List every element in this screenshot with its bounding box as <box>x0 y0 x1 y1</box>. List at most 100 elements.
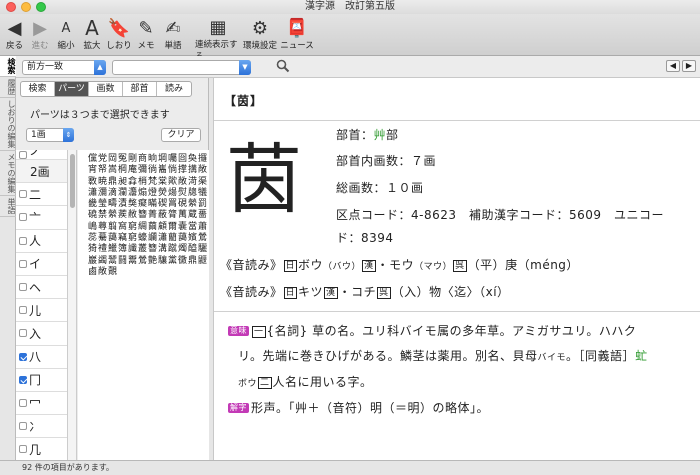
continuous-display-icon: ▦ <box>209 17 227 38</box>
entry-view: 【茵】 茵 部首：艸部 部首内画数：７画 総画数：１０画 区点コード：4-862… <box>214 78 700 460</box>
parts-list-scrollbar[interactable] <box>68 150 77 460</box>
tab-パーツ[interactable]: パーツ <box>55 82 89 96</box>
minimize-window-button[interactable] <box>21 2 31 12</box>
part-checkbox[interactable] <box>19 375 27 384</box>
meaning-line-2: リ。先端に巻きひげがある。鱗茎は薬用。別名、貝母バイモ。［同義語］虻 <box>238 349 648 363</box>
side-tab-4[interactable]: 単語 <box>0 196 16 217</box>
memo-icon: ✎ <box>138 17 154 39</box>
side-tab-3[interactable]: メモの編集 <box>0 151 16 196</box>
メモ-button[interactable]: ✎ メモ <box>133 14 159 56</box>
part-checkbox[interactable] <box>19 259 27 268</box>
part-item[interactable]: 儿 <box>16 299 67 323</box>
search-icon[interactable] <box>276 59 290 73</box>
scroll-thumb[interactable] <box>70 154 75 208</box>
part-checkbox[interactable] <box>19 329 27 338</box>
back-arrow-icon: ◀ <box>7 17 22 39</box>
part-item[interactable]: 冫 <box>16 415 67 439</box>
part-label: 2画 <box>30 164 50 179</box>
search-mode-select[interactable]: 前方一致 ▲ <box>22 60 106 75</box>
tab-読み[interactable]: 読み <box>157 82 191 96</box>
part-checkbox[interactable] <box>19 190 27 199</box>
進む-button[interactable]: ▶ 進む <box>27 14 53 56</box>
search-input[interactable]: ▼ <box>112 60 251 75</box>
単語-button[interactable]: ✍ 単語 <box>159 14 187 56</box>
part-item[interactable]: 入 <box>16 322 67 346</box>
part-item[interactable]: 亠 <box>16 206 67 230</box>
戻る-button[interactable]: ◀ 戻る <box>2 14 27 56</box>
part-item[interactable]: 二 <box>16 183 67 207</box>
toolbar-label: しおり <box>106 41 132 51</box>
search-method-tabs: 検索 パーツ 画数 部首 読み <box>20 81 192 97</box>
環境設定-button[interactable]: ⚙ 環境設定 <box>241 14 279 56</box>
part-checkbox[interactable] <box>19 352 27 361</box>
縮小-button[interactable]: A 縮小 <box>53 14 79 56</box>
meaning-line-1: 意味一 {名詞} 草の名。ユリ科バイモ属の多年草。アミガサユリ。ハハク <box>228 324 637 338</box>
parts-result-grid[interactable]: 儻党岡冤剛商晌堈囑囼奐攞宵帑嵩棡庵彌徜巂惝撑搆敞斁暁鼎昶搻梢梵棠歟敞渮渠瀟瀰滴瀾… <box>78 150 209 460</box>
total-strokes-line: 総画数：１０画 <box>336 181 424 195</box>
part-item[interactable]: 八 <box>16 346 67 369</box>
parts-hint: パーツは３つまで選択できます <box>30 110 170 121</box>
part-label: 冂 <box>29 373 42 388</box>
forward-arrow-icon: ▶ <box>33 17 47 39</box>
part-item[interactable]: 冖 <box>16 392 67 416</box>
toolbar-label: 戻る <box>5 41 23 51</box>
part-label: 人 <box>29 234 42 249</box>
toolbar: ◀戻る▶進むA縮小A拡大🔖しおり✎メモ✍単語▦連続表示する⚙環境設定📮ニュース <box>0 14 700 62</box>
part-checkbox[interactable] <box>19 236 27 245</box>
toolbar-label: 進む <box>31 41 49 51</box>
toolbar-label: 縮小 <box>57 41 75 51</box>
clear-button[interactable]: クリア <box>161 128 201 142</box>
side-tab-2[interactable]: しおりの編集 <box>0 98 16 151</box>
side-tab-strip: 検索 履歴 しおりの編集 メモの編集 単語 <box>0 56 16 460</box>
part-label: 儿 <box>29 303 42 318</box>
stroke-count-select[interactable]: 1画 ⇕ <box>26 128 74 142</box>
synonym-link[interactable]: 虻 <box>635 349 648 363</box>
radical-link[interactable]: 艸 <box>374 128 387 142</box>
part-checkbox[interactable] <box>19 445 27 454</box>
part-item[interactable]: 几 <box>16 438 67 460</box>
word-icon: ✍ <box>165 17 181 39</box>
prev-entry-button[interactable]: ◀ <box>666 60 680 72</box>
拡大-button[interactable]: A 拡大 <box>79 14 105 56</box>
side-tab-1[interactable]: 履歴 <box>0 77 16 98</box>
しおり-button[interactable]: 🔖 しおり <box>105 14 133 56</box>
part-label: 二 <box>29 187 42 202</box>
part-checkbox[interactable] <box>19 213 27 222</box>
part-item[interactable]: ノ <box>16 150 67 160</box>
tab-画数[interactable]: 画数 <box>89 82 123 96</box>
etymology-tag: 解字 <box>228 403 249 413</box>
ニュース-button[interactable]: 📮 ニュース <box>279 14 315 56</box>
on-reading-2: 《音読み》日キツ漢・コチ呉（入）物〈迄〉（xí） <box>220 285 510 299</box>
meaning-tag: 意味 <box>228 326 249 336</box>
part-checkbox[interactable] <box>19 422 27 431</box>
part-checkbox[interactable] <box>19 306 27 315</box>
window-title: 漢字源 改訂第五版 <box>305 1 395 12</box>
toolbar-label: 拡大 <box>83 41 101 51</box>
code-line: 区点コード：4-8623 補助漢字コード：5609 ユニコー <box>336 208 665 222</box>
close-window-button[interactable] <box>6 2 16 12</box>
part-checkbox[interactable] <box>19 398 27 407</box>
chevron-down-icon: ▲ <box>94 60 106 75</box>
part-item[interactable]: 冂 <box>16 369 67 392</box>
side-tab-0[interactable]: 検索 <box>0 56 16 77</box>
radical-line: 部首：艸部 <box>336 128 399 142</box>
zoom-window-button[interactable] <box>36 2 46 12</box>
連続表示する-button[interactable]: ▦連続表示する <box>195 14 241 62</box>
part-checkbox[interactable] <box>19 283 27 292</box>
chevron-down-icon: ⇕ <box>63 128 74 142</box>
entry-character: 茵 <box>226 135 302 224</box>
part-item[interactable]: ヘ <box>16 276 67 300</box>
part-item[interactable]: 人 <box>16 230 67 253</box>
part-checkbox[interactable] <box>19 151 27 159</box>
tab-部首[interactable]: 部首 <box>123 82 157 96</box>
part-label: ノ <box>29 150 42 158</box>
next-entry-button[interactable]: ▶ <box>682 60 696 72</box>
divider <box>214 120 700 121</box>
part-item[interactable]: イ <box>16 253 67 276</box>
part-label: イ <box>29 257 42 272</box>
font-larger-icon: A <box>85 16 99 40</box>
tab-検索[interactable]: 検索 <box>21 82 55 96</box>
part-label: 冫 <box>29 419 42 434</box>
bookmark-icon: 🔖 <box>107 17 131 39</box>
entry-headword: 【茵】 <box>224 94 264 108</box>
